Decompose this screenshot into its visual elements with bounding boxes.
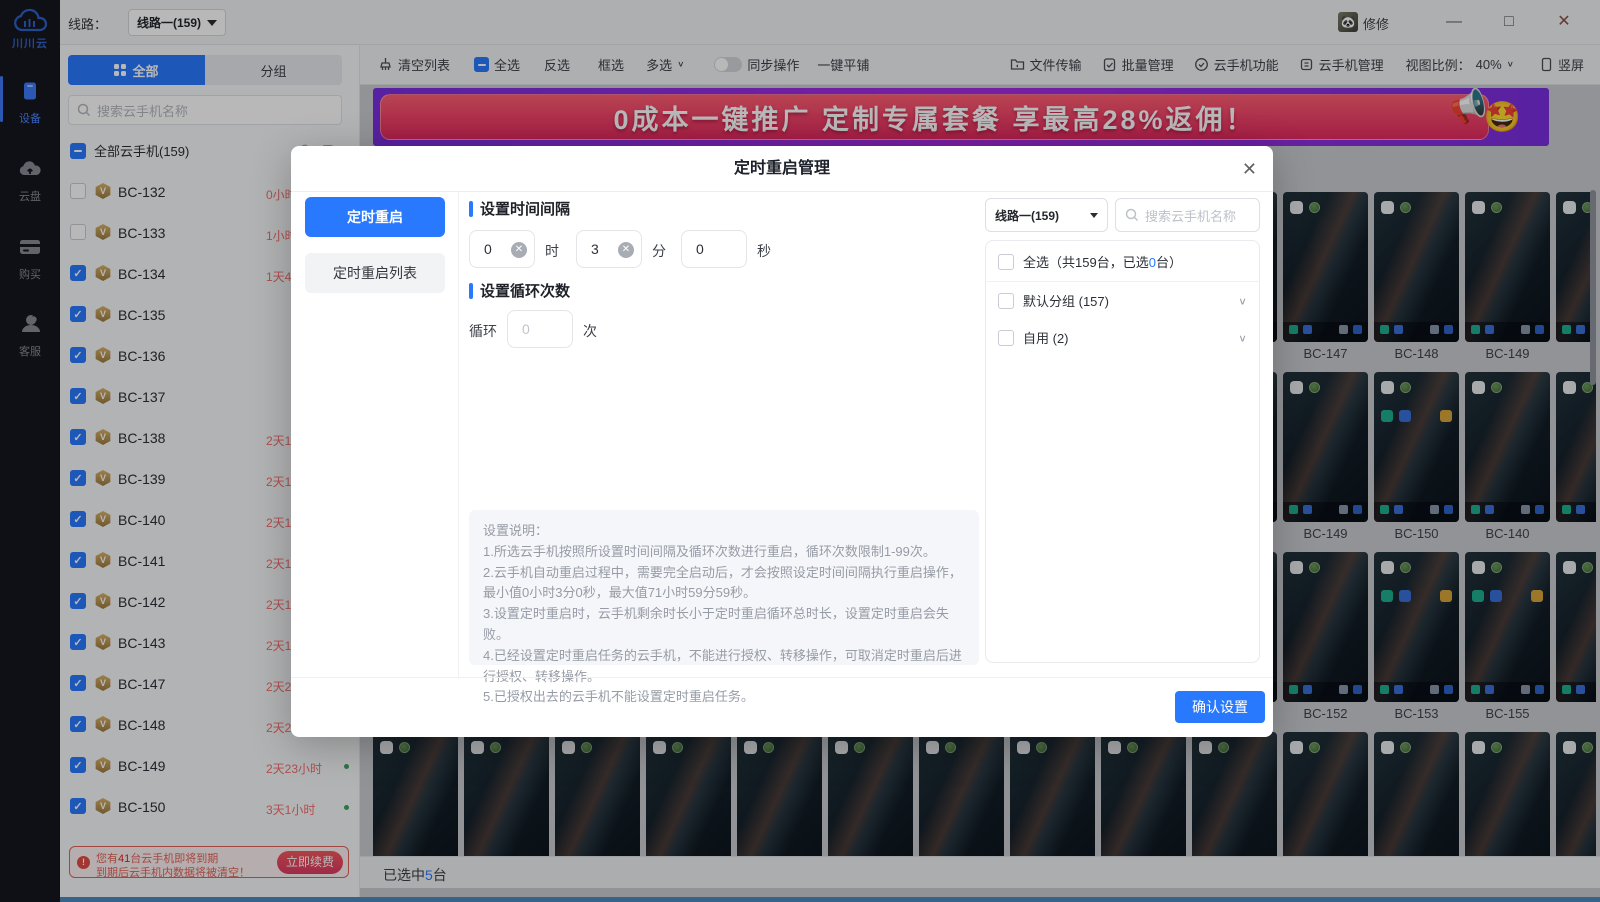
minute-input[interactable]: 3 ✕ <box>576 230 642 268</box>
group-rows: 默认分组 (157) ∨ 自用 (2) ∨ <box>986 282 1259 356</box>
clear-hour-icon[interactable]: ✕ <box>511 242 527 258</box>
group-label: 自用 (2) <box>1023 328 1229 347</box>
clear-minute-icon[interactable]: ✕ <box>618 242 634 258</box>
minute-value: 3 <box>591 241 599 257</box>
loop-placeholder: 0 <box>522 321 530 337</box>
caret-down-icon <box>1090 213 1098 218</box>
hour-input[interactable]: 0 ✕ <box>469 230 535 268</box>
confirm-settings-button[interactable]: 确认设置 <box>1175 691 1265 723</box>
modal-footer: 确认设置 <box>291 677 1273 737</box>
group-checkbox[interactable] <box>998 293 1014 309</box>
chevron-down-icon[interactable]: ∨ <box>1238 332 1247 344</box>
loop-label: 循环 <box>469 321 497 341</box>
modal-line-value: 线路一(159) <box>995 207 1090 224</box>
tab-restart-list[interactable]: 定时重启列表 <box>305 253 445 293</box>
loop-input[interactable]: 0 <box>507 310 573 348</box>
second-input[interactable]: 0 <box>681 230 747 268</box>
selected-count: 0 <box>1149 255 1156 270</box>
scheduled-restart-modal: 定时重启管理 ✕ 定时重启 定时重启列表 设置时间间隔 0 ✕ 时 3 ✕ 分 … <box>291 146 1273 737</box>
hour-value: 0 <box>484 241 492 257</box>
section-title: 设置循环次数 <box>480 280 570 301</box>
section-loop-heading: 设置循环次数 <box>469 280 570 301</box>
group-select-all-row[interactable]: 全选（共159台，已选0台） <box>986 241 1259 282</box>
modal-header: 定时重启管理 ✕ <box>291 146 1273 192</box>
search-placeholder: 搜索云手机名称 <box>1145 206 1236 225</box>
group-row[interactable]: 默认分组 (157) ∨ <box>986 282 1259 319</box>
app-window: 线路： 线路一(159) 修修 — □ ✕ 川川云 设备 云盘 购买 客 <box>0 0 1600 902</box>
search-icon <box>1125 208 1139 222</box>
chevron-down-icon[interactable]: ∨ <box>1238 295 1247 307</box>
note-line: 设置说明： <box>483 521 965 542</box>
section-bar-icon <box>469 283 473 299</box>
modal-close-icon[interactable]: ✕ <box>1242 158 1257 180</box>
note-line: 2.云手机自动重启过程中，需要完全启动后，才会按照设定时间间隔执行重启操作，最小… <box>483 563 965 605</box>
group-label: 默认分组 (157) <box>1023 291 1229 310</box>
hour-unit: 时 <box>545 241 559 261</box>
group-row[interactable]: 自用 (2) ∨ <box>986 319 1259 356</box>
group-checkbox[interactable] <box>998 330 1014 346</box>
second-unit: 秒 <box>757 241 771 261</box>
modal-line-select[interactable]: 线路一(159) <box>985 198 1108 232</box>
note-line: 3.设置定时重启时，云手机剩余时长小于定时重启循环总时长，设置定时重启会失败。 <box>483 604 965 646</box>
second-value: 0 <box>696 241 704 257</box>
modal-title: 定时重启管理 <box>291 146 1273 192</box>
note-line: 1.所选云手机按照所设置时间间隔及循环次数进行重启，循环次数限制1-99次。 <box>483 542 965 563</box>
tab-scheduled-restart[interactable]: 定时重启 <box>305 197 445 237</box>
modal-content: 设置时间间隔 0 ✕ 时 3 ✕ 分 0 秒 设置循环次数 循环 0 <box>469 192 981 677</box>
modal-search-input[interactable]: 搜索云手机名称 <box>1115 198 1260 232</box>
group-list-box: 全选（共159台，已选0台） 默认分组 (157) ∨ 自用 (2) ∨ <box>985 240 1260 663</box>
loop-unit: 次 <box>583 321 597 341</box>
modal-left-tabs: 定时重启 定时重启列表 <box>291 192 459 677</box>
group-select-all-label: 全选（共159台，已选0台） <box>1023 252 1182 271</box>
group-select-all-checkbox[interactable] <box>998 254 1014 270</box>
minute-unit: 分 <box>652 241 666 261</box>
modal-right-panel: 线路一(159) 搜索云手机名称 全选（共159台，已选0台） 默认分组 (15… <box>985 192 1260 677</box>
section-interval-heading: 设置时间间隔 <box>469 198 570 219</box>
section-title: 设置时间间隔 <box>480 198 570 219</box>
settings-note-box: 设置说明：1.所选云手机按照所设置时间间隔及循环次数进行重启，循环次数限制1-9… <box>469 510 979 665</box>
section-bar-icon <box>469 201 473 217</box>
